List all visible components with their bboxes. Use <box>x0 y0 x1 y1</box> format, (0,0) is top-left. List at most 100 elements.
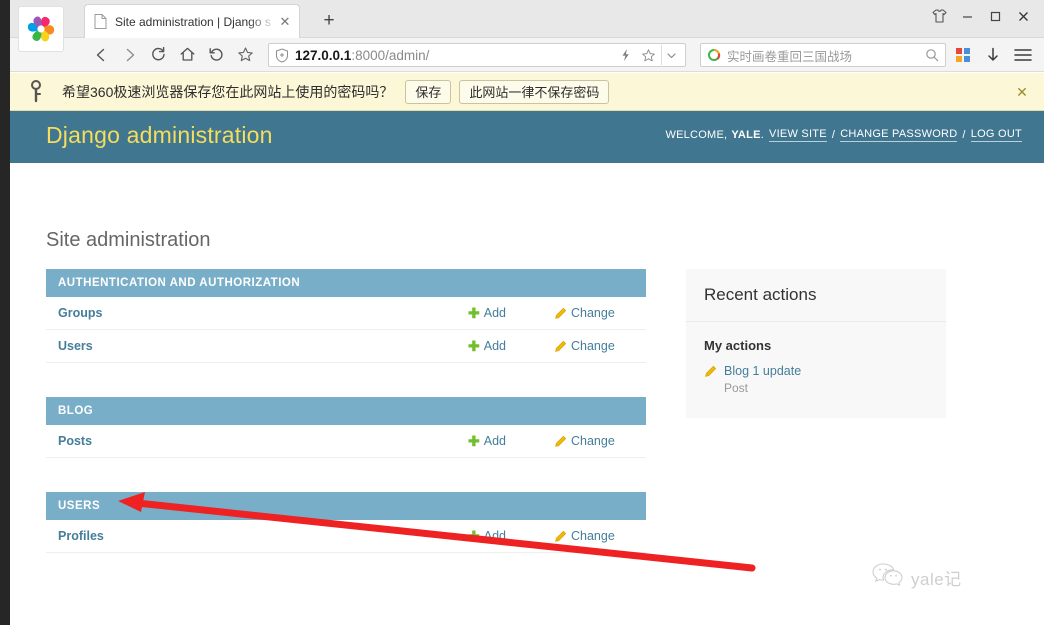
app-caption[interactable]: USERS <box>46 492 646 520</box>
forward-button[interactable] <box>115 42 144 68</box>
watermark-text: yale记 <box>911 570 962 589</box>
pencil-icon <box>704 365 717 378</box>
tab-strip: Site administration | Django s ✕ + <box>0 0 1044 52</box>
star-icon[interactable] <box>638 45 658 65</box>
back-button[interactable] <box>86 42 115 68</box>
browser-window: Site administration | Django s ✕ + 127.0… <box>0 0 1044 625</box>
app-caption[interactable]: BLOG <box>46 397 646 425</box>
model-row: Groups ✚ Add Change <box>46 297 646 330</box>
restore-button[interactable] <box>202 42 231 68</box>
minimize-button[interactable] <box>954 4 980 28</box>
change-label: Change <box>571 434 615 448</box>
app-module-users: USERS Profiles ✚ Add Change <box>46 492 646 553</box>
change-label: Change <box>571 306 615 320</box>
user-tools-separator-2: / <box>962 129 966 141</box>
change-label: Change <box>571 529 615 543</box>
360-speed-browser-logo <box>18 6 64 52</box>
bookmark-star-button[interactable] <box>231 42 260 68</box>
change-label: Change <box>571 339 615 353</box>
page-icon <box>94 13 108 30</box>
action-text: Blog 1 update Post <box>724 363 801 396</box>
reload-button[interactable] <box>144 42 173 68</box>
watermark: yale记 <box>872 562 962 593</box>
model-link-users[interactable]: Users <box>58 339 468 353</box>
view-site-link[interactable]: VIEW SITE <box>769 128 827 142</box>
model-link-posts[interactable]: Posts <box>58 434 468 448</box>
change-password-link[interactable]: CHANGE PASSWORD <box>840 128 958 142</box>
menu-icon[interactable] <box>1010 42 1036 68</box>
shirt-skin-icon[interactable] <box>926 4 952 28</box>
lightning-icon[interactable] <box>615 45 635 65</box>
log-out-link[interactable]: LOG OUT <box>970 128 1022 142</box>
address-bar[interactable]: 127.0.0.1:8000/admin/ <box>268 43 686 67</box>
recent-actions-heading: Recent actions <box>686 269 946 322</box>
user-tools: WELCOME, YALE . VIEW SITE / CHANGE PASSW… <box>665 128 1022 142</box>
app-caption[interactable]: AUTHENTICATION AND AUTHORIZATION <box>46 269 646 297</box>
model-link-profiles[interactable]: Profiles <box>58 529 468 543</box>
recent-actions-panel: Recent actions My actions Blog 1 update … <box>686 269 946 419</box>
add-label: Add <box>483 339 506 353</box>
window-frame-left-edge <box>0 0 10 625</box>
save-password-button[interactable]: 保存 <box>405 79 452 104</box>
window-controls <box>926 4 1036 28</box>
search-icon[interactable] <box>925 48 939 62</box>
app-module-auth: AUTHENTICATION AND AUTHORIZATION Groups … <box>46 269 646 363</box>
apps-grid-icon[interactable] <box>950 42 976 68</box>
change-link-posts[interactable]: Change <box>554 434 642 448</box>
pencil-icon <box>554 307 567 320</box>
user-tools-separator-1: / <box>831 129 836 141</box>
add-link-posts[interactable]: ✚ Add <box>468 434 554 448</box>
model-link-groups[interactable]: Groups <box>58 306 468 320</box>
list-item: Blog 1 update Post <box>704 363 928 396</box>
add-label: Add <box>483 529 506 543</box>
welcome-suffix: . <box>760 129 764 141</box>
welcome-prefix: WELCOME, <box>665 129 728 141</box>
action-link[interactable]: Blog 1 update <box>724 363 801 380</box>
change-link-profiles[interactable]: Change <box>554 529 642 543</box>
plus-icon: ✚ <box>468 305 480 321</box>
search-input[interactable]: 实时画卷重回三国战场 <box>700 43 946 67</box>
add-label: Add <box>483 434 506 448</box>
add-link-groups[interactable]: ✚ Add <box>468 306 554 320</box>
tab-close-icon[interactable]: ✕ <box>277 14 293 30</box>
url-path: :8000/admin/ <box>351 47 430 63</box>
plus-icon: ✚ <box>468 338 480 354</box>
notification-message: 希望360极速浏览器保存您在此网站上使用的密码吗？ <box>62 83 394 100</box>
model-row: Profiles ✚ Add Change <box>46 520 646 553</box>
chevron-down-icon[interactable] <box>661 45 681 65</box>
add-link-profiles[interactable]: ✚ Add <box>468 529 554 543</box>
address-bar-icons <box>615 45 681 65</box>
tab-title: Site administration | Django s <box>115 14 271 29</box>
add-label: Add <box>483 306 506 320</box>
action-list: Blog 1 update Post <box>686 353 946 418</box>
search-placeholder: 实时画卷重回三国战场 <box>727 49 853 64</box>
new-tab-button[interactable]: + <box>318 10 340 32</box>
home-button[interactable] <box>173 42 202 68</box>
app-module-blog: BLOG Posts ✚ Add Change <box>46 397 646 458</box>
browser-tab-active[interactable]: Site administration | Django s ✕ <box>84 4 300 38</box>
django-header: Django administration WELCOME, YALE . VI… <box>10 111 1044 163</box>
site-branding: Django administration <box>46 122 273 148</box>
pencil-icon <box>554 530 567 543</box>
browser-right-tools <box>950 42 1036 68</box>
key-icon <box>10 79 62 104</box>
wechat-icon <box>872 562 904 593</box>
my-actions-heading: My actions <box>704 338 772 353</box>
app-list: AUTHENTICATION AND AUTHORIZATION Groups … <box>46 269 646 587</box>
change-link-users[interactable]: Change <box>554 339 642 353</box>
notification-close-icon[interactable]: ✕ <box>1014 84 1030 100</box>
pencil-icon <box>554 435 567 448</box>
maximize-button[interactable] <box>982 4 1008 28</box>
plus-icon: ✚ <box>468 528 480 544</box>
page-title: Site administration <box>46 229 211 251</box>
never-save-password-button[interactable]: 此网站一律不保存密码 <box>459 79 610 104</box>
close-window-button[interactable] <box>1010 4 1036 28</box>
action-model-type: Post <box>724 380 749 395</box>
url-host: 127.0.0.1 <box>295 47 352 63</box>
django-admin-page: Django administration WELCOME, YALE . VI… <box>10 111 1044 625</box>
downloads-icon[interactable] <box>980 42 1006 68</box>
url-text: 127.0.0.1:8000/admin/ <box>295 48 615 63</box>
add-link-users[interactable]: ✚ Add <box>468 339 554 353</box>
change-link-groups[interactable]: Change <box>554 306 642 320</box>
navigation-bar: 127.0.0.1:8000/admin/ 实时画卷重回三国战场 <box>0 38 1044 72</box>
